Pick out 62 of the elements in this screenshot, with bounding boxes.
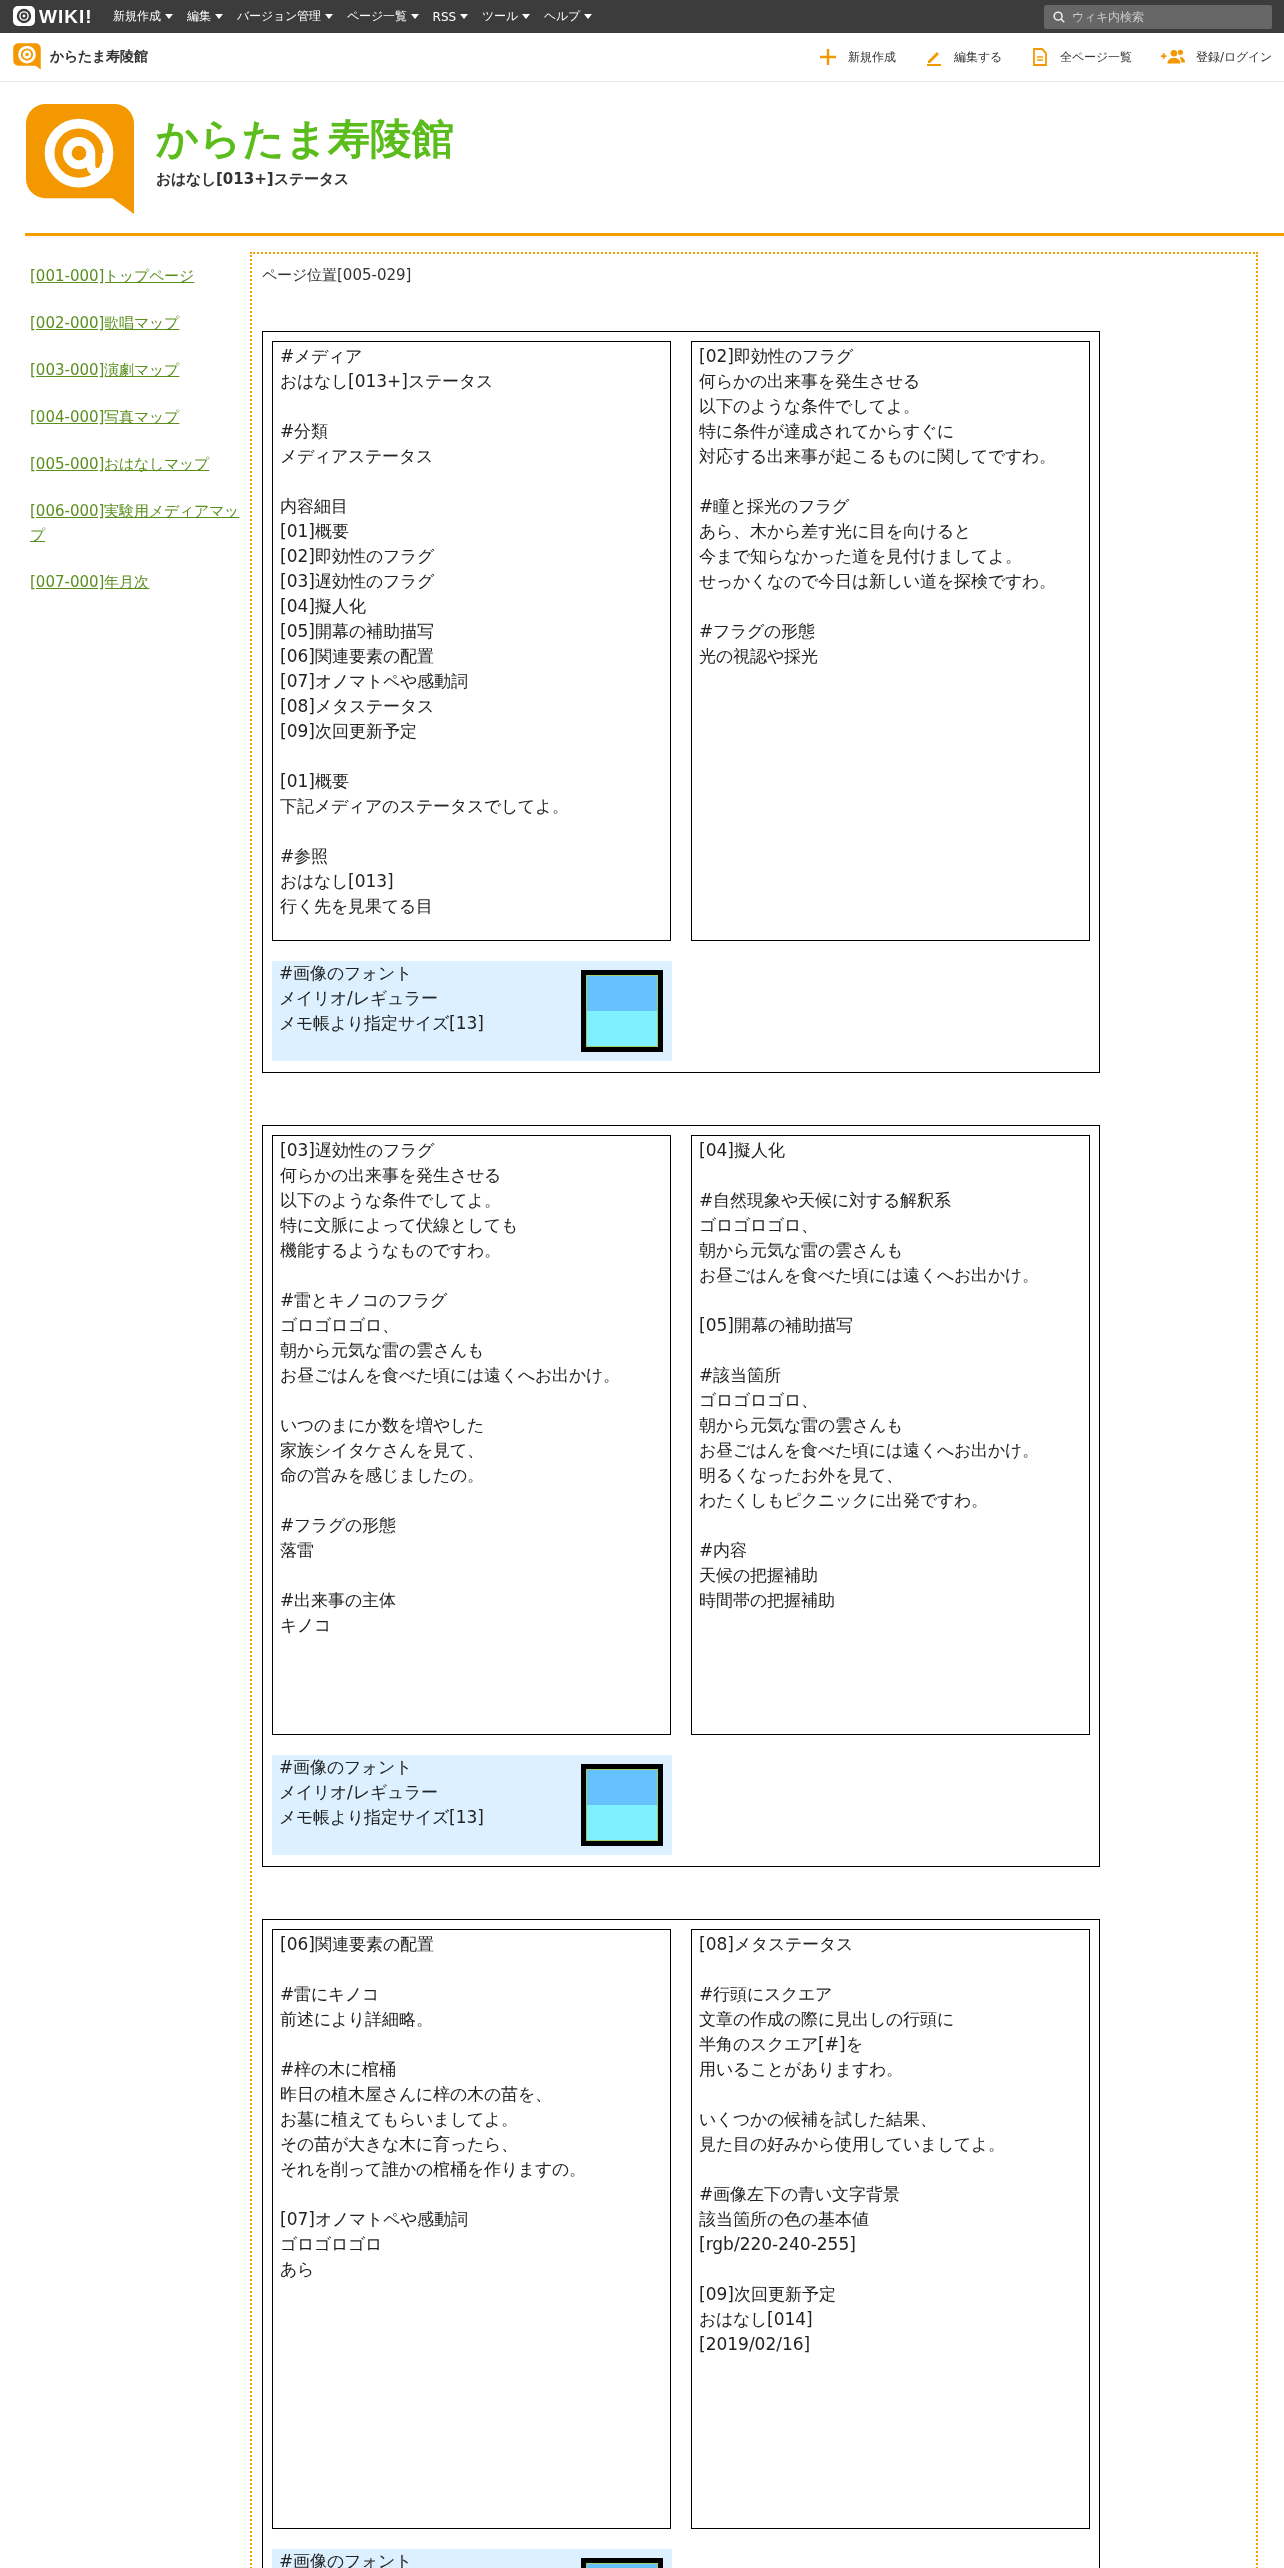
site-name[interactable]: からたま寿陵館 [50, 48, 148, 66]
paragraph: [07]オノマトペや感動詞 ゴロゴロゴロ あら [280, 2208, 469, 2281]
sidebar-link[interactable]: [004-000]写真マップ [30, 405, 250, 429]
paragraph: [08]メタステータス [699, 1933, 854, 1956]
paragraph: #瞳と採光のフラグ あら、木から差す光に目を向けると 今まで知らなかった道を見付けましてよ。 せっかくなので今日は新しい道を探検ですわ。 [699, 495, 1057, 593]
paragraph: #雷にキノコ 前述により詳細略。 [280, 1983, 434, 2031]
paragraph: #出来事の主体 キノコ [280, 1589, 398, 1637]
paragraph: [06]関連要素の配置 [280, 1933, 435, 1956]
paragraph: [09]次回更新予定 おはなし[014] [2019/02/16] [699, 2283, 837, 2356]
paragraph: [05]開幕の補助描写 [699, 1314, 854, 1337]
caret-icon [164, 14, 173, 19]
action-link[interactable]: 全ページ一覧 [1029, 47, 1132, 67]
menu-item[interactable]: ヘルプ [544, 8, 593, 25]
caret-icon [214, 14, 223, 19]
search-field[interactable]: ウィキ内検索 [1044, 4, 1272, 29]
paragraph: [03]遅効性のフラグ 何らかの出来事を発生させる 以下のような条件でしてよ。 特に文脈によって伏線としても 機能するようなものですわ。 [280, 1139, 519, 1262]
menu-item[interactable]: 新規作成 [112, 8, 173, 25]
plus-icon [817, 47, 838, 67]
paragraph: [04]擬人化 [699, 1139, 786, 1162]
caret-icon [584, 14, 593, 19]
action-link[interactable]: 登録/ログイン [1159, 47, 1272, 67]
paragraph: #フラグの形態 光の視認や採光 [699, 620, 819, 668]
caption-text: #画像のフォント メイリオ/レギュラー メモ帳より指定サイズ[13] [279, 1756, 484, 1829]
caret-icon [410, 14, 419, 19]
logo-text[interactable]: WIKI! [39, 5, 93, 28]
sidebar-link[interactable]: [003-000]演劇マップ [30, 358, 250, 382]
paragraph: [02]即効性のフラグ 何らかの出来事を発生させる 以下のような条件でしてよ。 特に条件が達成されてからすぐに 対応する出来事が起こるものに関してですわ。 [699, 345, 1057, 468]
paragraph: #参照 おはなし[013] 行く先を見果てる目 [280, 845, 434, 918]
paragraph: #行頭にスクエア 文章の作成の際に見出しの行頭に 半角のスクエア[#]を 用いることがありますわ。 [699, 1983, 955, 2081]
action-link[interactable]: 編集する [923, 47, 1002, 67]
paragraph: #分類 メディアステータス [280, 420, 434, 468]
menu-item[interactable]: ページ一覧 [346, 8, 419, 25]
menu-item[interactable]: 編集 [186, 8, 223, 25]
sidebar-link[interactable]: [006-000]実験用メディアマップ [30, 499, 250, 547]
page-position: ページ位置[005-029] [262, 266, 413, 285]
sidebar-link[interactable]: [001-000]トップページ [30, 264, 250, 288]
menu-item[interactable]: バージョン管理 [236, 8, 333, 25]
page-subtitle: おはなし[013+]ステータス [156, 170, 350, 190]
menu-item[interactable]: ツール [482, 8, 531, 25]
paragraph: #自然現象や天候に対する解釈系 ゴロゴロゴロ、 朝から元気な雷の雲さんも お昼ごはんを食べた頃には遠くへお出かけ。 [699, 1189, 1040, 1287]
paragraph: いくつかの候補を試した結果、 見た目の好みから使用していましてよ。 [699, 2108, 1006, 2156]
sidebar-link[interactable]: [005-000]おはなしマップ [30, 452, 250, 476]
page-title: からたま寿陵館 [156, 116, 454, 163]
add-user-icon [1159, 47, 1186, 67]
caret-icon [460, 14, 469, 19]
sidebar-link[interactable]: [007-000]年月次 [30, 570, 250, 594]
action-link[interactable]: 新規作成 [817, 47, 896, 67]
caption-text: #画像のフォント メイリオ/レギュラー メモ帳より指定サイズ[13] [279, 962, 484, 1035]
caret-icon [324, 14, 333, 19]
paragraph: #雷とキノコのフラグ ゴロゴロゴロ、 朝から元気な雷の雲さんも お昼ごはんを食べた頃には遠くへお出かけ。 [280, 1289, 621, 1387]
menu-item[interactable]: RSS [432, 8, 469, 25]
paragraph: [01]概要 下記メディアのステータスでしてよ。 [280, 770, 570, 818]
paragraph: #内容 天候の把握補助 時間帯の把握補助 [699, 1539, 836, 1612]
sidebar-link[interactable]: [002-000]歌唱マップ [30, 311, 250, 335]
paragraph: #メディア おはなし[013+]ステータス [280, 345, 494, 393]
paragraph: いつのまにか数を増やした 家族シイタケさんを見て、 命の営みを感じましたの。 [280, 1414, 485, 1487]
paragraph: #フラグの形態 落雷 [280, 1514, 398, 1562]
paragraph: #梓の木に棺桶 昨日の植木屋さんに梓の木の苗を、 お墓に植えてもらいましてよ。 その苗が大きな木に育ったら、 それを削って誰かの棺桶を作りますの。 [280, 2058, 587, 2181]
caret-icon [522, 14, 531, 19]
paragraph: #該当箇所 ゴロゴロゴロ、 朝から元気な雷の雲さんも お昼ごはんを食べた頃には遠くへお出かけ。 明るくなったお外を見て、 わたくしもピクニックに出発ですわ。 [699, 1364, 1040, 1512]
paragraph: #画像左下の青い文字背景 該当箇所の色の基本値 [rgb/220-240-255] [699, 2183, 902, 2256]
paragraph: 内容細目 [01]概要 [02]即効性のフラグ [03]遅効性のフラグ [04]擬人化 [05]開幕の補助描写 [06]関連要素の配置 [07]オノマトペや感動詞 [08]メタステータス [09]次回更新予定 [280, 495, 469, 743]
